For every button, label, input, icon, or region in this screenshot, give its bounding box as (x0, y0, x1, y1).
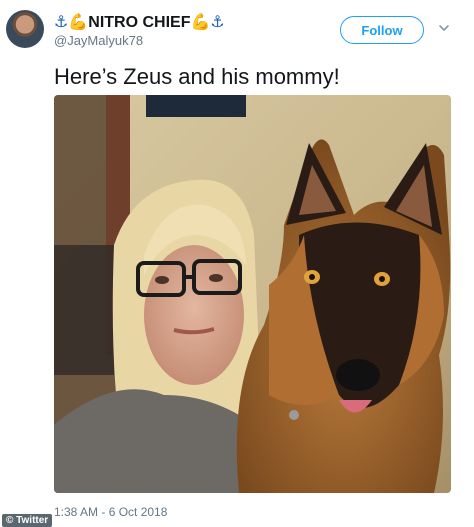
display-name[interactable]: ⚓💪NITRO CHIEF💪⚓ (54, 12, 225, 32)
chevron-down-icon[interactable] (438, 22, 450, 34)
anchor-icon: ⚓ (210, 14, 225, 31)
tweet-photo[interactable] (54, 95, 451, 493)
user-avatar[interactable] (6, 10, 44, 48)
follow-button[interactable]: Follow (340, 16, 424, 44)
photo-illustration (54, 95, 451, 493)
twitter-watermark: © Twitter (2, 514, 53, 527)
tweet-timestamp[interactable]: 1:38 AM - 6 Oct 2018 (54, 505, 167, 519)
flexed-biceps-icon: 💪 (190, 14, 211, 31)
flexed-biceps-icon: 💪 (68, 14, 89, 31)
display-name-text: NITRO CHIEF (88, 14, 191, 31)
anchor-icon: ⚓ (54, 14, 69, 31)
user-handle[interactable]: @JayMalyuk78 (54, 33, 143, 48)
tweet-text: Here’s Zeus and his mommy! (54, 64, 340, 89)
